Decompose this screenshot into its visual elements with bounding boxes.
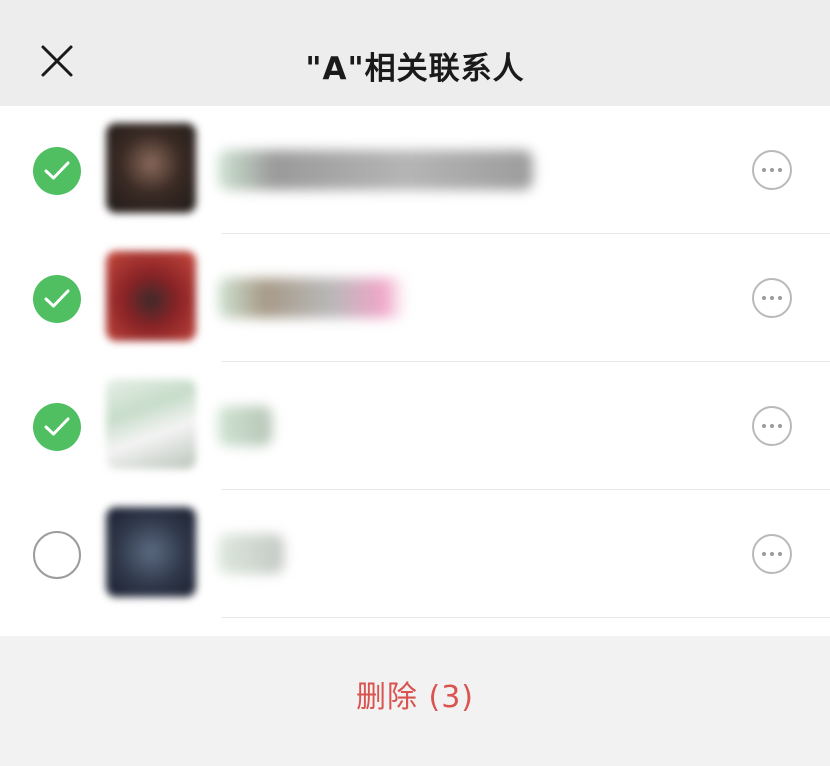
contact-list <box>0 106 830 618</box>
contact-avatar <box>106 123 196 213</box>
more-options-button[interactable] <box>752 278 792 318</box>
selection-checkbox-unchecked[interactable] <box>33 531 81 579</box>
contact-select-screen: "A"相关联系人 删除 (3) <box>0 0 830 766</box>
close-button[interactable] <box>28 32 86 90</box>
contact-name-blurred <box>218 150 533 190</box>
check-icon <box>44 289 70 308</box>
contact-avatar <box>106 379 196 469</box>
more-options-button[interactable] <box>752 406 792 446</box>
footer-bar: 删除 (3) <box>0 636 830 766</box>
delete-button[interactable]: 删除 (3) <box>336 662 494 726</box>
row-divider <box>222 617 830 618</box>
contact-avatar <box>106 251 196 341</box>
check-icon <box>44 161 70 180</box>
more-icon <box>762 424 782 428</box>
more-icon <box>762 296 782 300</box>
selection-checkbox-checked[interactable] <box>33 275 81 323</box>
contact-name-blurred <box>218 406 272 446</box>
check-icon <box>44 417 70 436</box>
contact-row[interactable] <box>0 234 830 362</box>
contact-row[interactable] <box>0 106 830 234</box>
contact-name-blurred <box>218 278 406 318</box>
contact-avatar <box>106 507 196 597</box>
contact-row[interactable] <box>0 362 830 490</box>
close-icon <box>41 45 73 77</box>
contact-row[interactable] <box>0 490 830 618</box>
more-icon <box>762 552 782 556</box>
more-options-button[interactable] <box>752 534 792 574</box>
selection-checkbox-checked[interactable] <box>33 403 81 451</box>
header-bar: "A"相关联系人 <box>0 0 830 106</box>
more-options-button[interactable] <box>752 150 792 190</box>
contact-name-blurred <box>218 534 284 574</box>
selection-checkbox-checked[interactable] <box>33 147 81 195</box>
more-icon <box>762 168 782 172</box>
page-title: "A"相关联系人 <box>305 50 525 87</box>
